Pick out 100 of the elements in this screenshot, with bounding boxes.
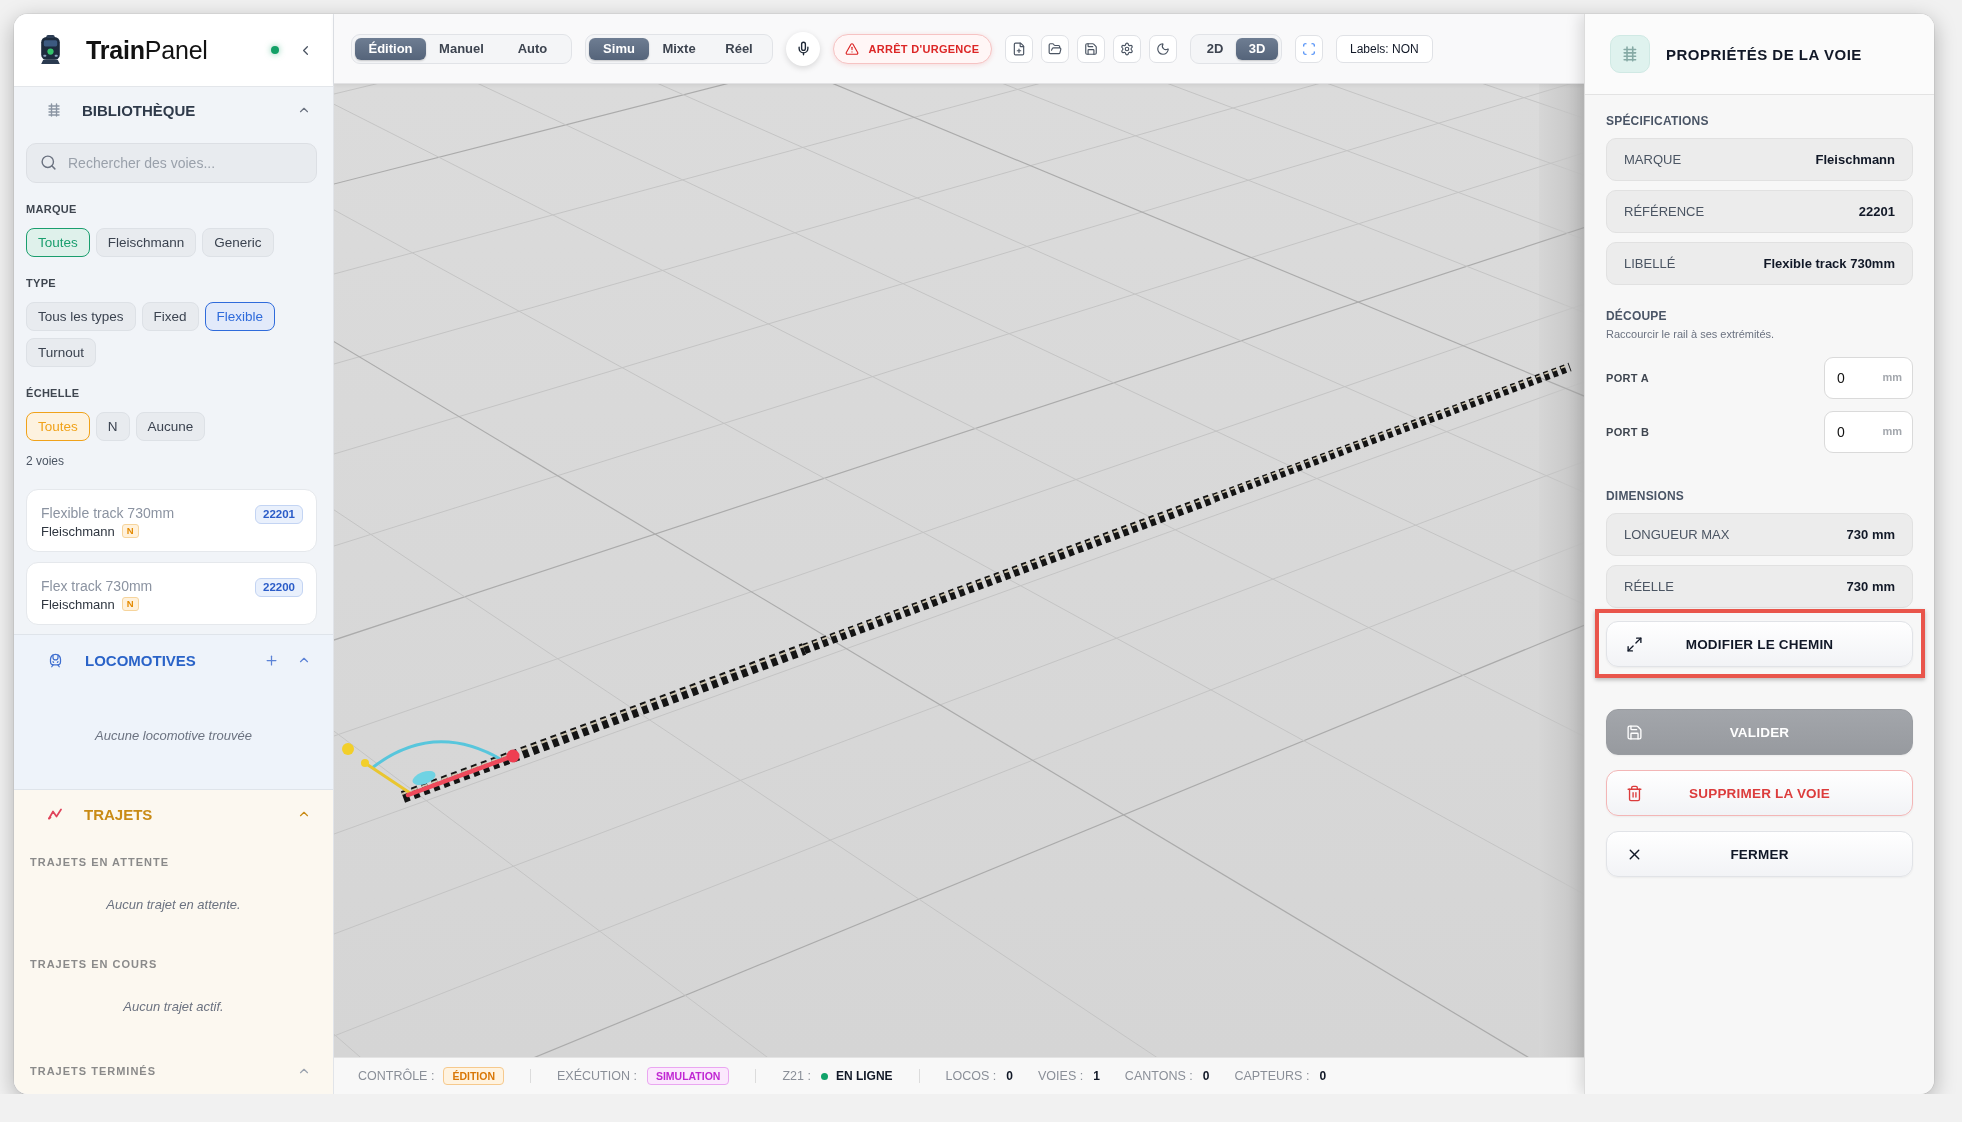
folder-icon (1048, 41, 1062, 56)
scale-badge: N (121, 524, 139, 538)
frame-corners-icon (1302, 41, 1316, 56)
status-label: CANTONS : (1124, 1069, 1193, 1083)
moon-icon (1156, 41, 1170, 56)
section-title: TRAJETS (84, 805, 154, 823)
status-value: EN LIGNE (835, 1069, 893, 1083)
action-button[interactable]: FERMER (1606, 831, 1913, 877)
dark-mode-button[interactable] (1149, 34, 1177, 63)
scale-badge: N (121, 597, 139, 611)
group-title: SPÉCIFICATIONS (1606, 114, 1710, 128)
emergency-stop-button[interactable]: ARRÊT D'URGENCE (833, 33, 992, 64)
group-description: Raccourcir le rail à ses extrémités. (1606, 327, 1776, 341)
track-card[interactable]: Flexible track 730mm Fleischmann N 22201 (26, 489, 317, 552)
filter-chip[interactable]: Fleischmann (95, 228, 197, 257)
status-label: VOIES : (1038, 1069, 1084, 1083)
spec-label: RÉFÉRENCE (1624, 204, 1705, 219)
group-label: TRAJETS EN COURS (30, 957, 158, 971)
track-brand: Fleischmann (41, 523, 115, 539)
new-file-button[interactable] (1005, 34, 1033, 63)
port-label: PORT B (1606, 426, 1650, 438)
track-brand: Fleischmann (41, 596, 115, 612)
spec-label: LIBELLÉ (1624, 256, 1676, 271)
diagonal-arrows-icon (1626, 635, 1643, 653)
mode-tab[interactable]: Manuel (426, 37, 497, 60)
settings-icon (1120, 41, 1134, 56)
filter-label: MARQUE (26, 202, 78, 216)
filter-chip[interactable]: Fixed (141, 302, 199, 331)
control-mode-badge: ÉDITION (443, 1067, 504, 1085)
status-label: CONTRÔLE : (358, 1069, 435, 1083)
filter-chip[interactable]: Generic (202, 228, 274, 257)
mode-tab[interactable]: Réel (709, 37, 769, 60)
unit-label: mm (1882, 371, 1902, 384)
group-title: DÉCOUPE (1606, 309, 1668, 323)
execution-mode-badge: SIMULATION (646, 1067, 730, 1085)
search-icon (40, 154, 57, 171)
spec-value: 730 mm (1846, 527, 1895, 542)
unit-label: mm (1882, 425, 1902, 438)
group-label: TRAJETS TERMINÉS (30, 1064, 156, 1078)
reference-badge: 22200 (255, 578, 303, 597)
status-value: 1 (1093, 1069, 1100, 1083)
status-value: 0 (1006, 1069, 1013, 1083)
mode-tab[interactable]: 3D (1236, 37, 1278, 60)
save-button[interactable] (1077, 34, 1105, 63)
file-plus-icon (1012, 41, 1026, 56)
status-label: LOCOS : (945, 1069, 997, 1083)
mode-tab[interactable]: 2D (1194, 37, 1236, 60)
group-title: DIMENSIONS (1606, 489, 1685, 503)
train-front-icon (48, 652, 63, 668)
mode-tab[interactable]: Édition (355, 37, 426, 60)
app-title: TrainPanel (86, 35, 209, 65)
empty-message: Aucune locomotive trouvée (93, 727, 253, 745)
filter-chip[interactable]: Turnout (26, 338, 97, 367)
plus-icon (264, 652, 279, 668)
trash-icon (1626, 784, 1643, 802)
filter-label: ÉCHELLE (26, 386, 81, 400)
rail-track[interactable] (400, 362, 1572, 803)
filter-chip[interactable]: N (95, 412, 130, 441)
spec-value: 22201 (1858, 204, 1895, 219)
spec-value: Fleischmann (1815, 152, 1895, 167)
settings-button[interactable] (1113, 34, 1141, 63)
status-label: Z21 : (782, 1069, 811, 1083)
search-field[interactable]: Rechercher des voies... (26, 143, 317, 183)
port-label: PORT A (1606, 372, 1649, 384)
microphone-button[interactable] (786, 31, 820, 66)
action-button[interactable]: SUPPRIMER LA VOIE (1606, 770, 1913, 816)
group-label: TRAJETS EN ATTENTE (30, 855, 169, 869)
status-label: EXÉCUTION : (557, 1069, 637, 1083)
mode-tab[interactable]: Auto (497, 37, 568, 60)
open-button[interactable] (1041, 34, 1069, 63)
path-edit-handles[interactable] (342, 740, 520, 798)
panel-title: PROPRIÉTÉS DE LA VOIE (1666, 45, 1862, 63)
filter-chip[interactable]: Flexible (204, 302, 276, 331)
labels-toggle[interactable]: Labels: NON (1336, 34, 1433, 63)
train-logo-icon (40, 35, 61, 65)
result-count: 2 voies (26, 454, 66, 468)
empty-message: Aucun trajet en attente. (105, 896, 242, 913)
spec-label: RÉELLE (1624, 579, 1674, 594)
status-label: CAPTEURS : (1234, 1069, 1310, 1083)
action-button[interactable]: MODIFIER LE CHEMIN (1606, 621, 1913, 667)
track-icon (1623, 46, 1637, 62)
filter-chip[interactable]: Tous les types (26, 302, 136, 331)
section-title: BIBLIOTHÈQUE (82, 101, 197, 119)
mode-tab[interactable]: Mixte (649, 37, 709, 60)
zigzag-icon (48, 808, 62, 820)
section-title: LOCOMOTIVES (85, 651, 197, 669)
spec-value: 730 mm (1846, 579, 1895, 594)
status-value: 0 (1319, 1069, 1327, 1083)
track-name: Flex track 730mm (41, 577, 153, 595)
microphone-icon (795, 41, 811, 56)
spec-label: MARQUE (1624, 152, 1682, 167)
track-card[interactable]: Flex track 730mm Fleischmann N 22200 (26, 562, 317, 625)
mode-tab[interactable]: Simu (589, 37, 649, 60)
track-icon (48, 103, 61, 117)
filter-chip[interactable]: Aucune (135, 412, 206, 441)
track-name: Flexible track 730mm (41, 504, 175, 522)
status-value: 0 (1202, 1069, 1210, 1083)
filter-label: TYPE (26, 276, 57, 290)
spec-value: Flexible track 730mm (1763, 256, 1895, 271)
add-locomotive-button[interactable] (264, 652, 279, 668)
